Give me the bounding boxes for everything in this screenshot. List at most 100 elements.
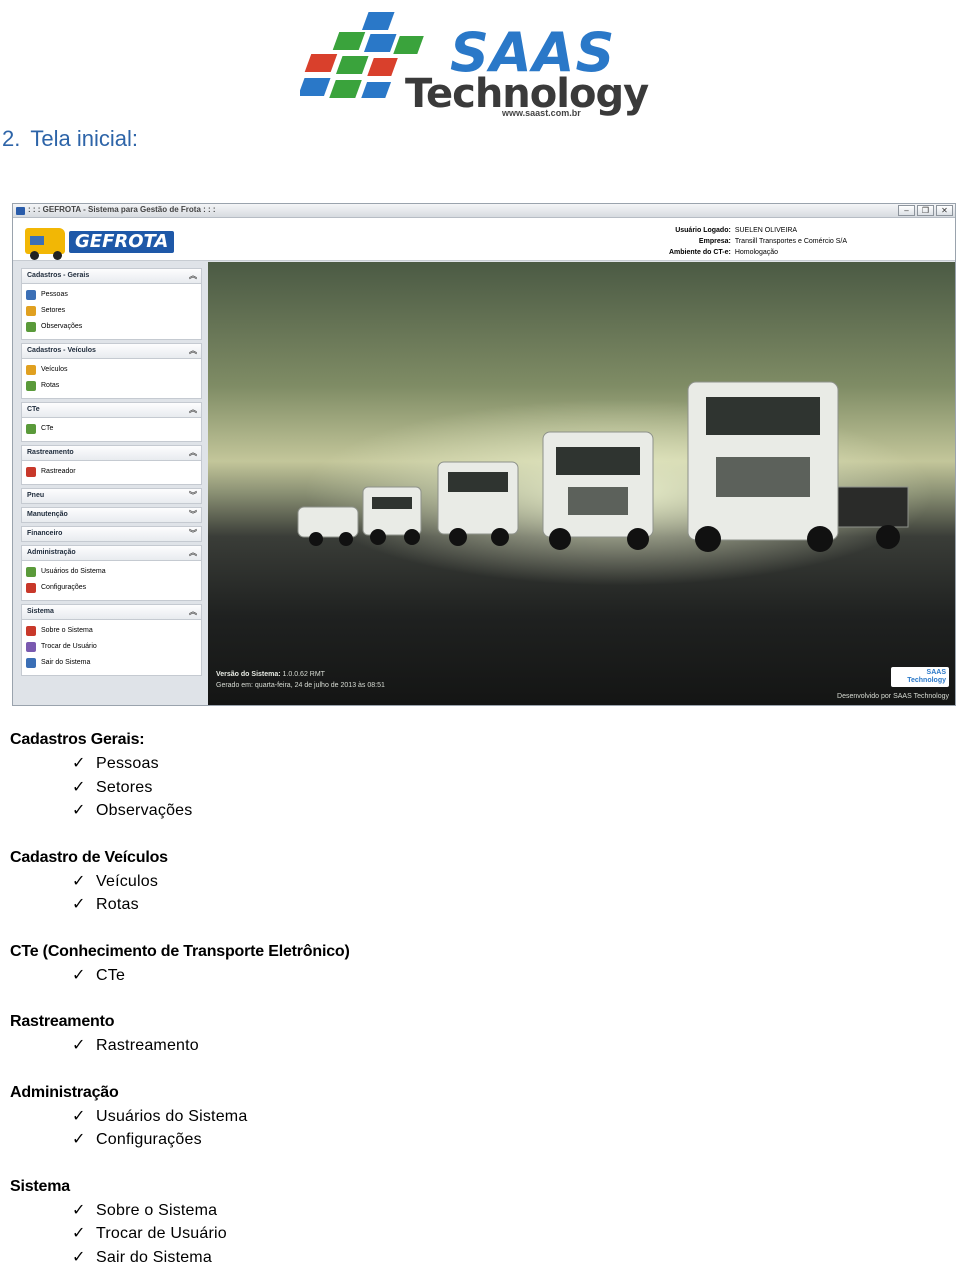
- sidebar-item-label: Usuários do Sistema: [41, 568, 106, 575]
- checkmark-icon: ✓: [72, 1248, 86, 1262]
- checklist-item-label: Usuários do Sistema: [96, 1107, 248, 1125]
- sidebar-item[interactable]: Trocar de Usuário: [26, 639, 201, 655]
- sidebar-item[interactable]: Usuários do Sistema: [26, 564, 201, 580]
- heading-number: 2.: [2, 126, 21, 151]
- sidebar-group-title: Cadastros - Veículos: [27, 347, 96, 354]
- checklist-item: ✓ Rastreamento: [10, 1034, 610, 1058]
- sidebar-item[interactable]: Rastreador: [26, 464, 201, 480]
- sidebar-item-icon: [26, 567, 36, 577]
- checklist-item: ✓ Rotas: [10, 893, 610, 917]
- sidebar-group-title: Manutenção: [27, 511, 68, 518]
- sidebar-group-title: Financeiro: [27, 530, 63, 537]
- sidebar-group-body: Sobre o Sistema Trocar de Usuário Sair do …: [21, 620, 202, 676]
- heading-title: Tela inicial:: [30, 126, 138, 151]
- checkmark-icon: ✓: [72, 802, 86, 819]
- checkmark-icon: ✓: [72, 755, 86, 772]
- checkmark-icon: ✓: [72, 1201, 86, 1219]
- chevron-up-icon[interactable]: ︽: [189, 446, 197, 460]
- category-title: Cadastro de Veículos: [10, 848, 168, 866]
- sidebar-item-label: Sobre o Sistema: [41, 627, 93, 634]
- sidebar-item-icon: [26, 424, 36, 434]
- feature-list: Cadastros Gerais: ✓ Pessoas ✓ Setores ✓ Observ…: [10, 728, 610, 1262]
- sidebar-item[interactable]: CTe: [26, 421, 201, 437]
- checkmark-icon: ✓: [72, 1107, 86, 1125]
- sidebar-group-header[interactable]: Cadastros - Veículos ︽: [21, 343, 202, 359]
- company-label: Empresa:: [698, 238, 731, 245]
- sidebar-item-label: Rotas: [41, 382, 60, 389]
- sidebar-group-header[interactable]: Financeiro ︾: [21, 526, 202, 542]
- sidebar-item[interactable]: Pessoas: [26, 287, 201, 303]
- saas-technology-logo: SAAS Technology www.saast.com.br: [300, 8, 670, 120]
- checklist-item-label: CTe: [96, 966, 126, 984]
- developer-credit: Desenvolvido por SAAS Technology: [837, 693, 949, 700]
- sidebar-group-header[interactable]: Administração ︽: [21, 545, 202, 561]
- close-icon[interactable]: ✕: [936, 205, 953, 216]
- checklist-item-label: Rastreamento: [96, 1037, 199, 1054]
- sidebar-item[interactable]: Rotas: [26, 378, 201, 394]
- chevron-down-icon[interactable]: ︾: [189, 489, 197, 503]
- chevron-up-icon[interactable]: ︽: [189, 605, 197, 619]
- checklist-item-label: Rotas: [96, 896, 139, 913]
- checklist-item: ✓ Setores: [10, 776, 610, 800]
- sidebar: Cadastros - Gerais ︽ Pessoas Setores Observa…: [13, 262, 208, 705]
- checklist-item: ✓ Sair do Sistema: [10, 1246, 610, 1262]
- sidebar-group-title: Sistema: [27, 608, 54, 615]
- sidebar-item-label: CTe: [41, 425, 54, 432]
- sidebar-item[interactable]: Configurações: [26, 580, 201, 596]
- sidebar-item-icon: [26, 290, 36, 300]
- checkmark-icon: ✓: [72, 872, 86, 890]
- sidebar-group-header[interactable]: Pneu ︾: [21, 488, 202, 504]
- sidebar-group-body: Veículos Rotas: [21, 359, 202, 399]
- category-title: Rastreamento: [10, 1013, 115, 1030]
- checklist-item-label: Setores: [96, 778, 153, 796]
- checkmark-icon: ✓: [72, 1037, 86, 1054]
- chevron-down-icon[interactable]: ︾: [189, 527, 197, 541]
- sidebar-group-header[interactable]: Rastreamento ︽: [21, 445, 202, 461]
- section-heading: 2. Tela inicial:: [2, 126, 138, 152]
- checklist-item-label: Sair do Sistema: [96, 1248, 212, 1262]
- category-title: Sistema: [10, 1177, 70, 1195]
- checklist-item: ✓ Trocar de Usuário: [10, 1222, 610, 1246]
- chevron-up-icon[interactable]: ︽: [189, 269, 197, 283]
- env-value: Homologação: [734, 249, 779, 256]
- sidebar-group-title: CTe: [27, 406, 40, 413]
- sidebar-item-label: Rastreador: [41, 468, 76, 475]
- window-titlebar: : : : GEFROTA - Sistema para Gestão de F…: [13, 204, 955, 218]
- sidebar-item[interactable]: Sobre o Sistema: [26, 623, 201, 639]
- sidebar-group-header[interactable]: CTe ︽: [21, 402, 202, 418]
- sidebar-item[interactable]: Veículos: [26, 362, 201, 378]
- minimize-icon[interactable]: –: [898, 205, 915, 216]
- sidebar-group-header[interactable]: Sistema ︽: [21, 604, 202, 620]
- sidebar-item-label: Sair do Sistema: [41, 659, 91, 666]
- sidebar-item[interactable]: Setores: [26, 303, 201, 319]
- sidebar-item[interactable]: Observações: [26, 319, 201, 335]
- chevron-up-icon[interactable]: ︽: [189, 403, 197, 417]
- checklist-item-label: Sobre o Sistema: [96, 1201, 218, 1219]
- env-label: Ambiente do CT-e:: [668, 249, 731, 256]
- checkmark-icon: ✓: [72, 966, 86, 984]
- checklist-item: ✓ CTe: [10, 964, 610, 988]
- chevron-up-icon[interactable]: ︽: [189, 546, 197, 560]
- restore-icon[interactable]: ❐: [917, 205, 934, 216]
- gefrota-logo: GEFROTA: [25, 224, 175, 260]
- category-title: Cadastros Gerais:: [10, 731, 145, 748]
- sidebar-group-title: Administração: [27, 549, 76, 556]
- chevron-up-icon[interactable]: ︽: [189, 344, 197, 358]
- chevron-down-icon[interactable]: ︾: [189, 508, 197, 522]
- checklist-item-label: Pessoas: [96, 755, 159, 772]
- sidebar-item-icon: [26, 381, 36, 391]
- checkmark-icon: ✓: [72, 778, 86, 796]
- saas-badge: SAAS Technology: [891, 667, 949, 687]
- checklist-item: ✓ Pessoas: [10, 752, 610, 776]
- logo-url: www.saast.com.br: [502, 108, 581, 118]
- checklist-item: ✓ Observações: [10, 799, 610, 823]
- trucks-illustration: [297, 381, 909, 552]
- sidebar-group-header[interactable]: Cadastros - Gerais ︽: [21, 268, 202, 284]
- truck-icon: [25, 228, 65, 254]
- checkmark-icon: ✓: [72, 896, 86, 913]
- sidebar-group-header[interactable]: Manutenção ︾: [21, 507, 202, 523]
- sidebar-item[interactable]: Sair do Sistema: [26, 655, 201, 671]
- sidebar-item-icon: [26, 583, 36, 593]
- sidebar-item-label: Setores: [41, 307, 66, 314]
- checklist-item-label: Trocar de Usuário: [96, 1225, 227, 1242]
